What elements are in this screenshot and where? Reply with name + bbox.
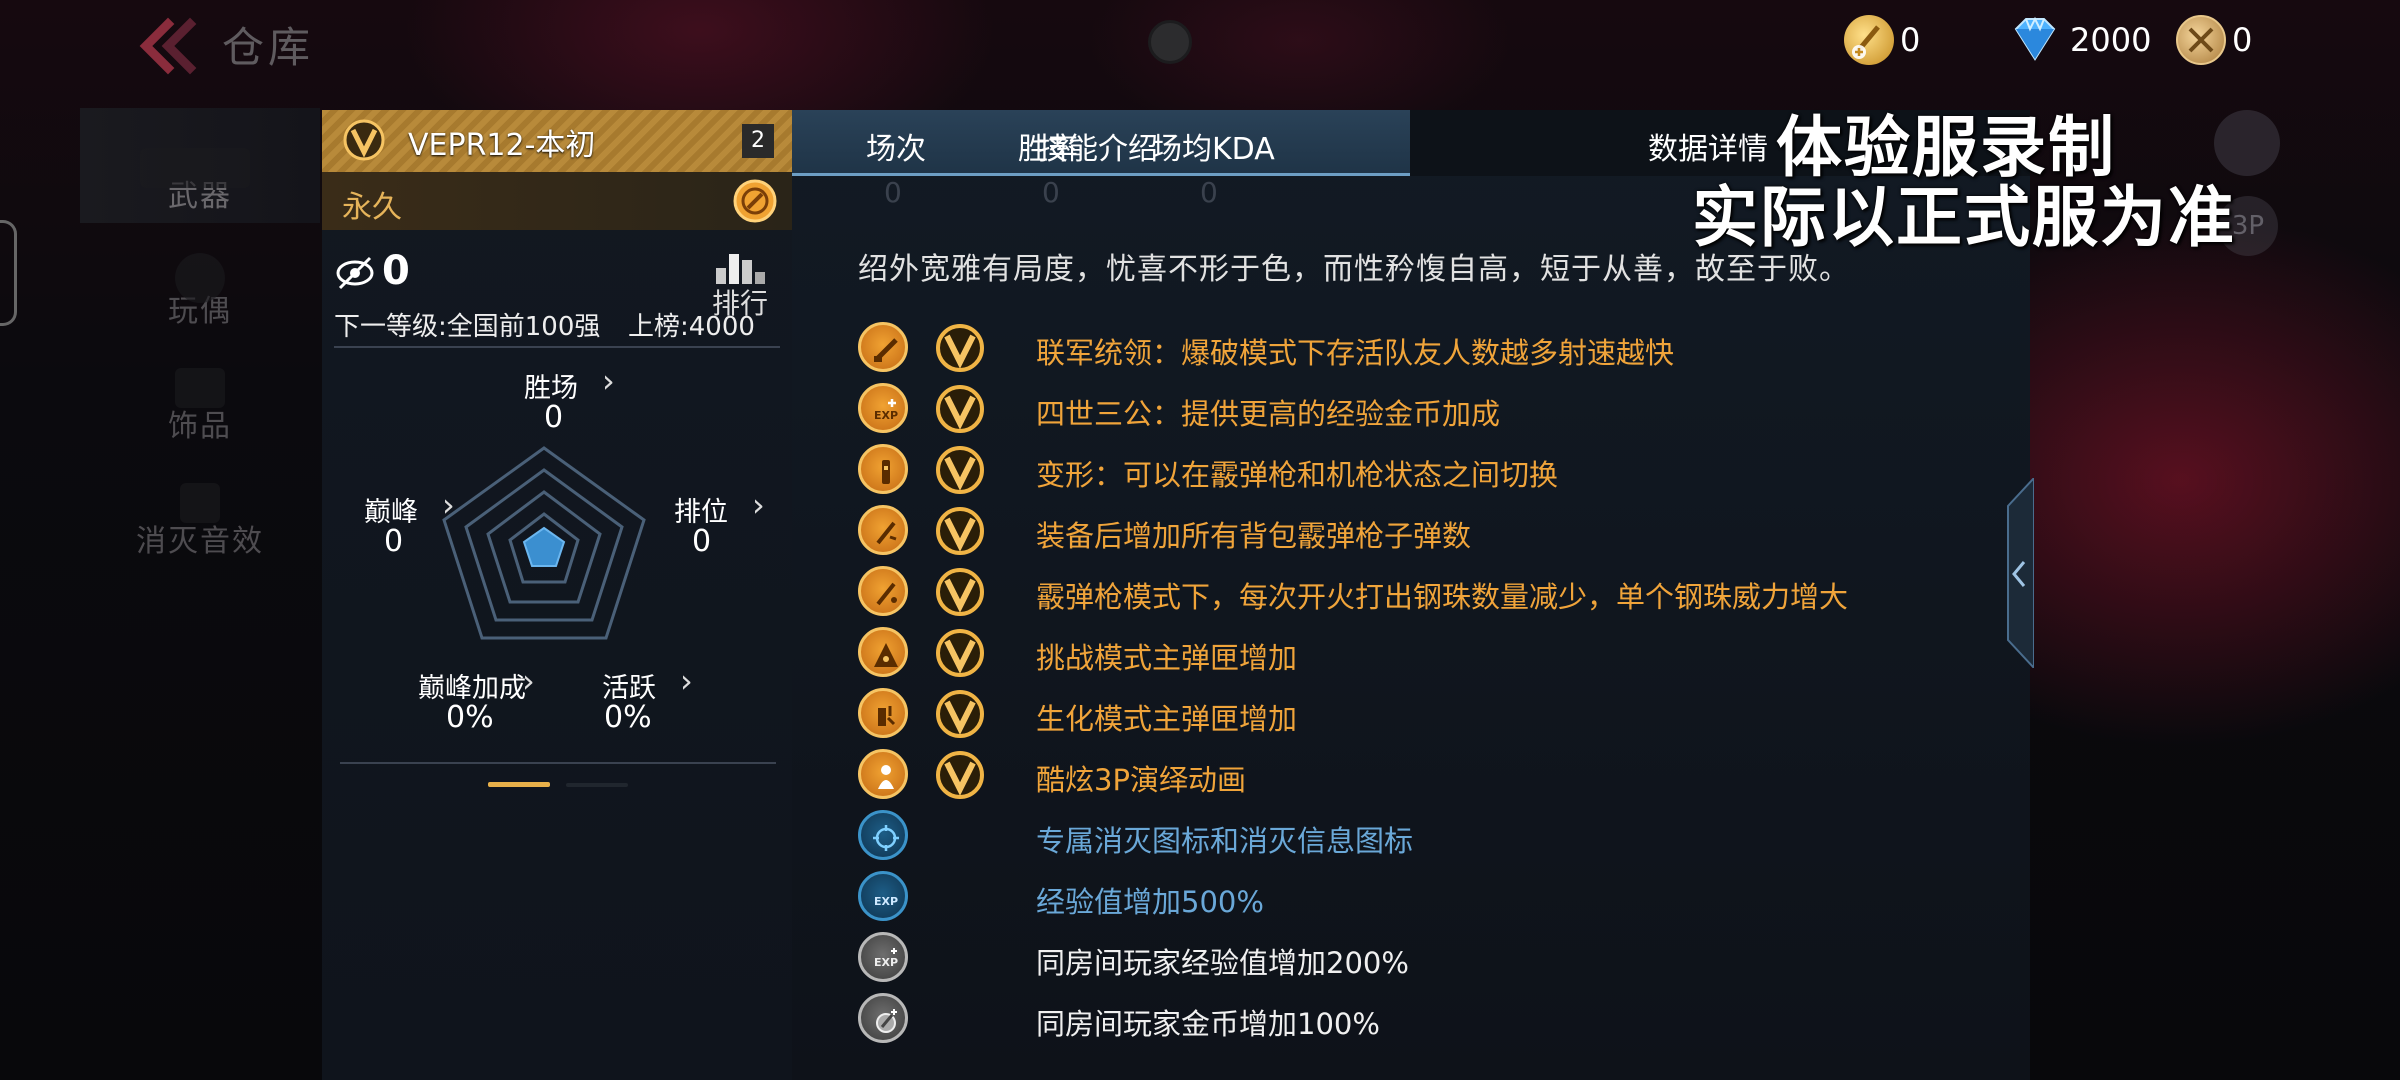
- exp-plus-icon: EXP: [858, 383, 908, 433]
- rank-count: 0: [382, 248, 410, 294]
- transform-icon: [858, 444, 908, 494]
- page-title: 仓库: [222, 23, 315, 72]
- v-tier-icon: [936, 507, 984, 555]
- divider: [340, 762, 776, 764]
- skill-text: 专属消灭图标和消灭信息图标: [1036, 824, 1414, 858]
- diamond-value: 2000: [2070, 21, 2152, 59]
- tab-label: 数据详情: [1648, 132, 1768, 167]
- diamond-icon: [2014, 16, 2056, 61]
- ghost-header-kda: 场均KDA: [1152, 132, 1275, 167]
- rank-eye-icon: [336, 256, 374, 290]
- medal-value: 0: [2232, 21, 2253, 59]
- room-exp-icon: EXP: [858, 932, 908, 982]
- edge-handle[interactable]: [0, 220, 17, 326]
- skill-text: 酷炫3P演绎动画: [1036, 763, 1246, 797]
- weapon-level-badge: 2: [742, 124, 774, 158]
- pellet-icon: [858, 566, 908, 616]
- skill-text: 生化模式主弹匣增加: [1036, 702, 1298, 736]
- sidebar-item-dolls[interactable]: 玩偶: [80, 223, 320, 338]
- side-panel-toggle[interactable]: [2000, 478, 2034, 668]
- stat-wins-value: 0: [544, 400, 564, 435]
- stats-radar-chart: [442, 446, 646, 640]
- svg-text:EXP: EXP: [874, 895, 898, 908]
- page-indicator-active[interactable]: [488, 782, 550, 787]
- sidebar-item-accessories[interactable]: 饰品: [80, 338, 320, 453]
- stat-peak-value: 0: [384, 524, 404, 559]
- skill-text: 同房间玩家经验值增加200%: [1036, 946, 1409, 980]
- gold-coin-balance[interactable]: 0: [1844, 12, 1920, 68]
- stat-active-value: 0%: [604, 700, 652, 735]
- exp-icon: EXP: [858, 871, 908, 921]
- medal-balance[interactable]: 0: [2176, 12, 2252, 68]
- ammo-icon: [858, 505, 908, 555]
- weapon-card: VEPR12-本初 2 永久 0 排行 下一等级:全国前100强 上榜:4000: [322, 110, 792, 1080]
- skill-text: 联军统领：爆破模式下存活队友人数越多射速越快: [1036, 336, 1675, 370]
- skill-text: 经验值增加500%: [1036, 885, 1264, 919]
- ghost-header-matches: 场次: [866, 132, 926, 167]
- v-tier-icon: [936, 751, 984, 799]
- tab-label: 技能介绍: [1038, 132, 1158, 167]
- camera-notch: [1148, 20, 1192, 64]
- challenge-icon: [858, 627, 908, 677]
- page-indicator-inactive[interactable]: [566, 783, 628, 787]
- back-button[interactable]: [128, 16, 198, 76]
- character-icon: [858, 749, 908, 799]
- svg-text:EXP: EXP: [874, 409, 898, 422]
- skill-text: 同房间玩家金币增加100%: [1036, 1007, 1380, 1041]
- medal-icon: [2176, 15, 2226, 65]
- weapon-duration-bar: 永久: [322, 172, 792, 230]
- sidebar-item-weapons[interactable]: 武器: [80, 108, 320, 223]
- v-tier-icon: [936, 385, 984, 433]
- skill-text: 装备后增加所有背包霰弹枪子弹数: [1036, 519, 1472, 553]
- category-sidebar: 武器 玩偶 饰品 消灭音效: [80, 108, 320, 1080]
- accessory-ghost-icon: [175, 368, 225, 408]
- watermark-line2: 实际以正式服为准: [1692, 179, 2236, 256]
- kill-icon: [858, 810, 908, 860]
- stat-wins-chevron[interactable]: ›: [602, 362, 615, 400]
- compass-icon[interactable]: [732, 178, 778, 224]
- v-tier-icon: [936, 568, 984, 616]
- rank-requirement: 上榜:4000: [628, 312, 755, 342]
- skill-text: 变形：可以在霰弹枪和机枪状态之间切换: [1036, 458, 1559, 492]
- skill-text: 霰弹枪模式下，每次开火打出钢珠数量减少，单个钢珠威力增大: [1036, 580, 1849, 614]
- shotgun-icon: [858, 322, 908, 372]
- stat-ranked-chevron[interactable]: ›: [752, 486, 765, 524]
- zombie-icon: [858, 688, 908, 738]
- ghost-value-matches: 0: [884, 176, 902, 209]
- stat-active-chevron[interactable]: ›: [680, 662, 693, 700]
- stat-peak-chevron[interactable]: ›: [442, 486, 455, 524]
- weapon-name: VEPR12-本初: [408, 128, 596, 163]
- skill-text: 挑战模式主弹匣增加: [1036, 641, 1298, 675]
- tab-skill-intro[interactable]: 场次 胜率 场均KDA 技能介绍: [792, 110, 1410, 176]
- doll-ghost-icon: [175, 253, 225, 303]
- sound-ghost-icon: [180, 483, 220, 523]
- skill-text: 四世三公：提供更高的经验金币加成: [1036, 397, 1501, 431]
- leaderboard-icon: [716, 254, 765, 284]
- v-tier-icon: [936, 690, 984, 738]
- gold-coin-icon: [1844, 15, 1894, 65]
- weapon-ghost-icon: [140, 148, 250, 188]
- svg-text:EXP: EXP: [874, 956, 898, 969]
- divider: [334, 346, 780, 348]
- next-level-text: 下一等级:全国前100强: [334, 312, 601, 342]
- v-tier-icon: [936, 446, 984, 494]
- stat-ranked-value: 0: [692, 524, 712, 559]
- ghost-value-kda: 0: [1200, 176, 1218, 209]
- stat-peak-bonus-value: 0%: [446, 700, 494, 735]
- sidebar-item-kill-sounds[interactable]: 消灭音效: [80, 453, 320, 568]
- weapon-duration: 永久: [342, 190, 402, 225]
- v-tier-icon: [936, 324, 984, 372]
- v-tier-icon: [936, 629, 984, 677]
- weapon-card-header: VEPR12-本初 2: [322, 110, 792, 172]
- ghost-value-winrate: 0: [1042, 176, 1060, 209]
- room-coin-icon: [858, 993, 908, 1043]
- v-rank-icon: [343, 119, 385, 161]
- diamond-balance[interactable]: 2000: [2006, 12, 2151, 68]
- stat-peak-bonus-chevron[interactable]: ›: [522, 662, 535, 700]
- gold-coin-value: 0: [1900, 21, 1921, 59]
